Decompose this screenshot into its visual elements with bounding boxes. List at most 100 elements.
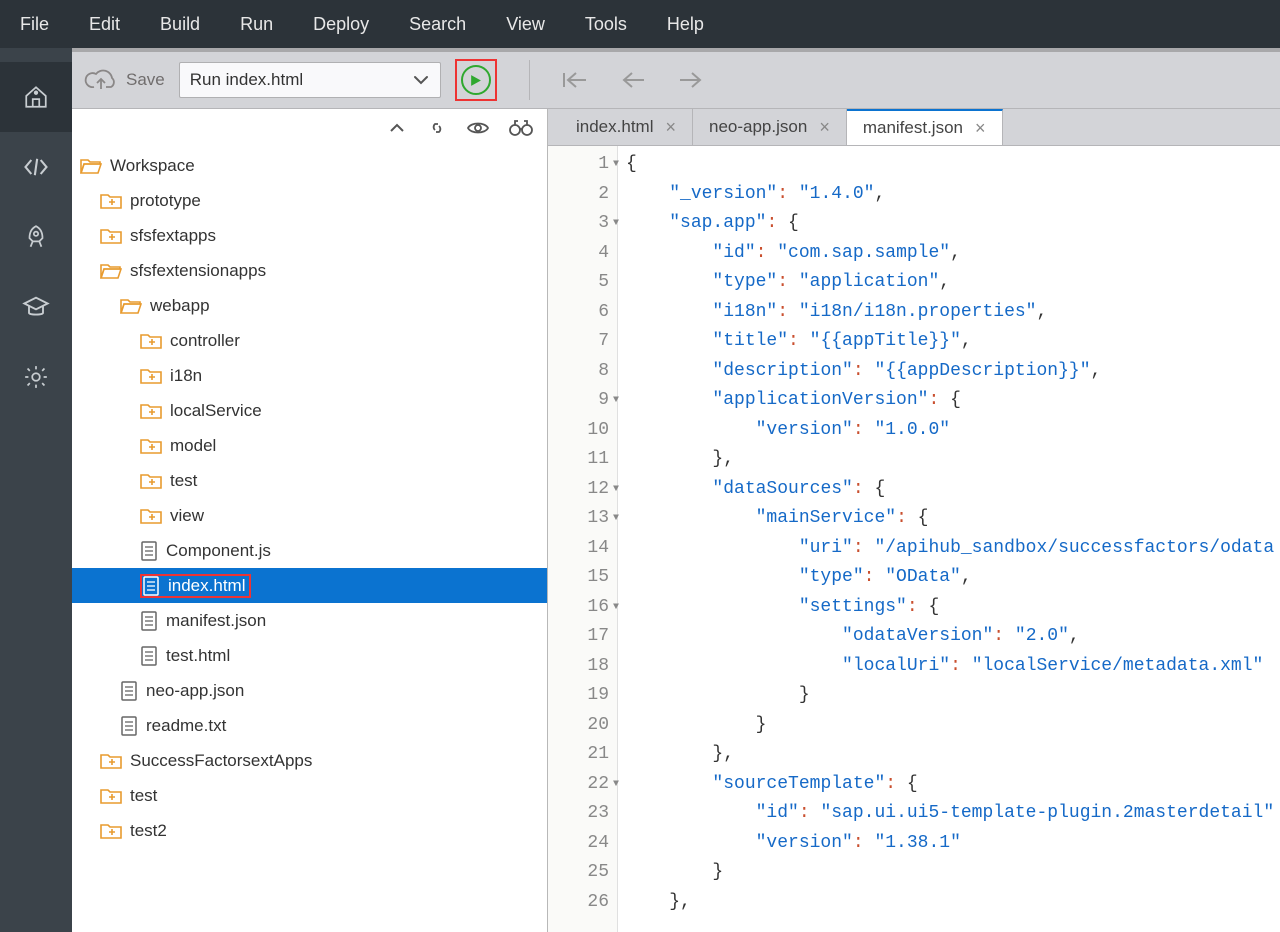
tree-item-localservice[interactable]: localService — [72, 393, 547, 428]
activity-home[interactable] — [0, 62, 72, 132]
activity-rocket[interactable] — [0, 202, 72, 272]
tree-label: controller — [170, 331, 240, 351]
tree-item-webapp[interactable]: webapp — [72, 288, 547, 323]
nav-back-icon[interactable] — [620, 70, 646, 90]
fold-icon[interactable]: ▼ — [613, 770, 619, 800]
binoculars-icon[interactable] — [509, 119, 533, 137]
file-icon — [142, 576, 160, 596]
code-line: } — [626, 858, 1280, 888]
folder-icon — [100, 227, 122, 245]
code-line: } — [626, 681, 1280, 711]
menu-deploy[interactable]: Deploy — [293, 14, 389, 35]
tree-item-i18n[interactable]: i18n — [72, 358, 547, 393]
folder-open-icon — [120, 297, 142, 315]
fold-icon[interactable]: ▼ — [613, 209, 619, 239]
fold-icon[interactable]: ▼ — [613, 504, 619, 534]
tree-item-controller[interactable]: controller — [72, 323, 547, 358]
tree-label: Workspace — [110, 156, 195, 176]
tree-label: test — [130, 786, 157, 806]
run-button[interactable] — [461, 65, 491, 95]
fold-icon[interactable]: ▼ — [613, 593, 619, 623]
code-line: "version": "1.0.0" — [626, 416, 1280, 446]
gutter-line: 15 — [548, 563, 617, 593]
gutter-line: 12▼ — [548, 475, 617, 505]
gutter-line: 17 — [548, 622, 617, 652]
tree-item-test[interactable]: test — [72, 778, 547, 813]
eye-icon[interactable] — [467, 120, 489, 136]
menu-file[interactable]: File — [8, 14, 69, 35]
tree-label: test.html — [166, 646, 230, 666]
fold-icon[interactable]: ▼ — [613, 386, 619, 416]
tree-item-component-js[interactable]: Component.js — [72, 533, 547, 568]
tree-item-index-html[interactable]: index.html — [72, 568, 547, 603]
tree-label: view — [170, 506, 204, 526]
tree-label: sfsfextapps — [130, 226, 216, 246]
activity-graduation[interactable] — [0, 272, 72, 342]
tree-label: webapp — [150, 296, 210, 316]
tree-item-prototype[interactable]: prototype — [72, 183, 547, 218]
tree-item-workspace[interactable]: Workspace — [72, 148, 547, 183]
code-line: "sourceTemplate": { — [626, 770, 1280, 800]
menu-search[interactable]: Search — [389, 14, 486, 35]
tree-label: test — [170, 471, 197, 491]
tree-label: model — [170, 436, 216, 456]
gutter-line: 11 — [548, 445, 617, 475]
menu-help[interactable]: Help — [647, 14, 724, 35]
tree-item-test[interactable]: test — [72, 463, 547, 498]
tree-label: test2 — [130, 821, 167, 841]
code-line: "description": "{{appDescription}}", — [626, 357, 1280, 387]
nav-forward-icon[interactable] — [678, 70, 704, 90]
tree-item-model[interactable]: model — [72, 428, 547, 463]
tab-manifest-json[interactable]: manifest.json× — [847, 109, 1003, 145]
gutter-line: 4 — [548, 239, 617, 269]
code-content[interactable]: { "_version": "1.4.0", "sap.app": { "id"… — [618, 146, 1280, 932]
tree-item-test-html[interactable]: test.html — [72, 638, 547, 673]
activity-gear[interactable] — [0, 342, 72, 412]
code-line: "localUri": "localService/metadata.xml" — [626, 652, 1280, 682]
tree-item-successfactorsextapps[interactable]: SuccessFactorsextApps — [72, 743, 547, 778]
tree-item-neo-app-json[interactable]: neo-app.json — [72, 673, 547, 708]
tab-neo-app-json[interactable]: neo-app.json× — [693, 109, 847, 145]
close-icon[interactable]: × — [819, 117, 830, 138]
nav-arrows — [562, 70, 704, 90]
fold-icon[interactable]: ▼ — [613, 475, 619, 505]
close-icon[interactable]: × — [975, 118, 986, 139]
menu-view[interactable]: View — [486, 14, 565, 35]
gutter-line: 2 — [548, 180, 617, 210]
file-icon — [140, 611, 158, 631]
run-configuration-select[interactable]: Run index.html — [179, 62, 441, 98]
tree-item-readme-txt[interactable]: readme.txt — [72, 708, 547, 743]
tree-item-test2[interactable]: test2 — [72, 813, 547, 848]
code-line: "mainService": { — [626, 504, 1280, 534]
tree-item-sfsfextapps[interactable]: sfsfextapps — [72, 218, 547, 253]
fold-icon[interactable]: ▼ — [613, 150, 619, 180]
tree-item-manifest-json[interactable]: manifest.json — [72, 603, 547, 638]
activity-code[interactable] — [0, 132, 72, 202]
gutter-line: 10 — [548, 416, 617, 446]
tree-label: sfsfextensionapps — [130, 261, 266, 281]
save-button[interactable]: Save — [84, 67, 165, 93]
menu-run[interactable]: Run — [220, 14, 293, 35]
tree-label: manifest.json — [166, 611, 266, 631]
explorer-toolbar — [72, 109, 547, 146]
nav-back-to-start-icon[interactable] — [562, 70, 588, 90]
tree-item-view[interactable]: view — [72, 498, 547, 533]
tree-label: readme.txt — [146, 716, 226, 736]
gutter-line: 1▼ — [548, 150, 617, 180]
folder-open-icon — [100, 262, 122, 280]
close-icon[interactable]: × — [665, 117, 676, 138]
tab-index-html[interactable]: index.html× — [560, 109, 693, 145]
link-icon[interactable] — [427, 118, 447, 138]
file-icon — [120, 681, 138, 701]
collapse-icon[interactable] — [387, 121, 407, 135]
tree-item-sfsfextensionapps[interactable]: sfsfextensionapps — [72, 253, 547, 288]
gutter-line: 21 — [548, 740, 617, 770]
menu-tools[interactable]: Tools — [565, 14, 647, 35]
gutter-line: 7 — [548, 327, 617, 357]
code-line: }, — [626, 888, 1280, 918]
gutter-line: 25 — [548, 858, 617, 888]
menu-edit[interactable]: Edit — [69, 14, 140, 35]
toolbar-divider — [529, 60, 530, 100]
menu-build[interactable]: Build — [140, 14, 220, 35]
gutter-line: 13▼ — [548, 504, 617, 534]
